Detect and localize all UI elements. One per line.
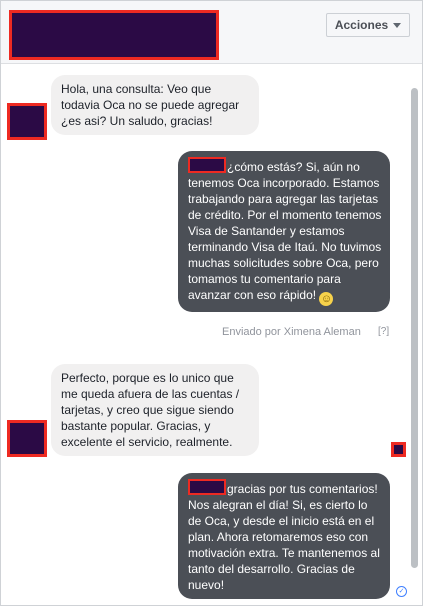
message-text: gracias por tus comentarios! Nos alegran… [188, 482, 380, 592]
redacted-contact-name-inline [188, 479, 226, 495]
actions-button[interactable]: Acciones [326, 13, 410, 37]
conversation-header: Acciones [1, 1, 422, 64]
redacted-contact-name-inline [188, 157, 226, 173]
redacted-marker [391, 442, 406, 457]
actions-button-label: Acciones [334, 18, 389, 32]
redacted-avatar [7, 103, 47, 140]
redacted-contact-name [9, 10, 219, 60]
smile-emoji-icon: ☺ [319, 292, 334, 306]
incoming-message: Perfecto, porque es lo unico que me qued… [51, 364, 259, 456]
incoming-message: Hola, una consulta: Veo que todavia Oca … [51, 75, 259, 135]
seen-check-icon: ✓ [396, 586, 407, 597]
scrollbar[interactable] [411, 88, 418, 568]
help-link[interactable]: [?] [378, 326, 389, 337]
redacted-avatar [7, 420, 47, 457]
outgoing-message: gracias por tus comentarios! Nos alegran… [178, 473, 390, 599]
outgoing-message: ¿cómo estás? Si, aún no tenemos Oca inco… [178, 151, 390, 312]
sent-by-label: Enviado por Ximena Aleman [222, 326, 361, 338]
message-text: Perfecto, porque es lo unico que me qued… [61, 371, 240, 449]
message-text: ¿cómo estás? Si, aún no tenemos Oca inco… [188, 160, 382, 302]
message-text: Hola, una consulta: Veo que todavia Oca … [61, 82, 240, 128]
chevron-down-icon [393, 22, 402, 28]
